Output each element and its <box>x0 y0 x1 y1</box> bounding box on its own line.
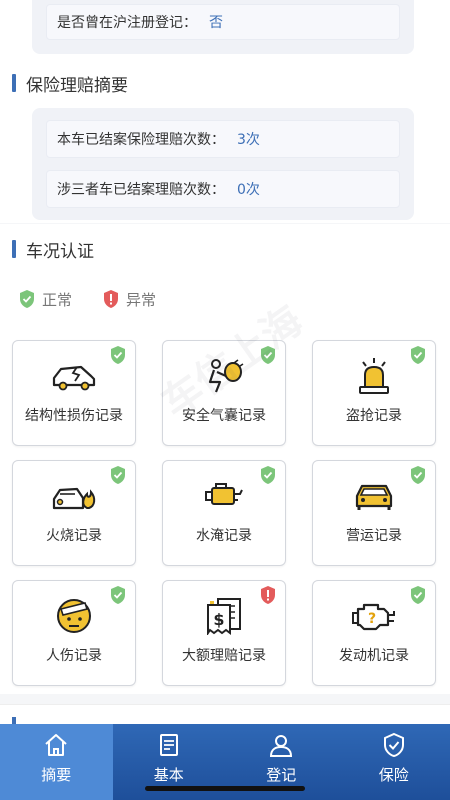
claims-row-third-party: 涉三者车已结案理赔次数： 0次 <box>46 170 400 208</box>
nav-label: 保险 <box>378 766 409 784</box>
car-damage-icon <box>52 365 96 391</box>
tile-label: 营运记录 <box>346 528 402 544</box>
section-accent-bar <box>12 74 16 92</box>
tile-fire[interactable]: 火烧记录 <box>12 460 136 566</box>
tile-label: 发动机记录 <box>339 648 409 664</box>
document-icon <box>159 734 178 756</box>
tile-structural-damage[interactable]: 结构性损伤记录 <box>12 340 136 446</box>
shield-ok-icon <box>20 290 34 308</box>
condition-section: 车况认证 正常 异常 结构性损伤记录 安全气囊记录 盗抢记录 火烧记录 水淹记录… <box>0 224 450 694</box>
shield-ok-icon <box>261 346 275 364</box>
tile-theft[interactable]: 盗抢记录 <box>312 340 436 446</box>
svg-text:$: $ <box>213 610 224 629</box>
bill-icon: $ <box>207 598 241 635</box>
row-value: 否 <box>209 15 223 31</box>
row-value: 0次 <box>237 182 260 198</box>
tile-large-claims[interactable]: $ 大额理赔记录 <box>162 580 286 686</box>
tile-label: 大额理赔记录 <box>182 648 266 664</box>
tile-label: 人伤记录 <box>46 648 102 664</box>
next-section-peek <box>0 704 450 727</box>
tile-label: 盗抢记录 <box>346 408 402 424</box>
row-label: 涉三者车已结案理赔次数： <box>57 182 225 198</box>
airbag-icon <box>208 359 244 393</box>
home-icon <box>45 734 67 756</box>
taxi-icon <box>355 484 393 510</box>
legend-normal: 正常 <box>18 289 72 310</box>
shield-ok-icon <box>411 346 425 364</box>
nav-summary[interactable]: 摘要 <box>0 724 113 800</box>
tile-engine[interactable]: ? 发动机记录 <box>312 580 436 686</box>
nav-label: 登记 <box>266 766 297 784</box>
shield-ok-icon <box>111 346 125 364</box>
engine-oil-icon <box>205 483 243 505</box>
row-value: 3次 <box>237 132 260 148</box>
shield-warning-icon <box>261 586 275 604</box>
legend-normal-label: 正常 <box>42 290 73 309</box>
engine-warning-icon: ? <box>352 603 395 631</box>
nav-insurance[interactable]: 保险 <box>338 724 450 800</box>
alarm-light-icon <box>359 358 389 394</box>
section-title-insurance: 保险理赔摘要 <box>0 58 450 108</box>
legend-abnormal-label: 异常 <box>126 290 157 309</box>
row-label: 是否曾在沪注册登记： <box>57 15 197 31</box>
tile-commercial[interactable]: 营运记录 <box>312 460 436 566</box>
shield-warning-icon <box>104 290 119 308</box>
tile-label: 安全气囊记录 <box>182 408 266 424</box>
tile-flood[interactable]: 水淹记录 <box>162 460 286 566</box>
status-legend: 正常 异常 <box>0 274 450 324</box>
condition-grid: 结构性损伤记录 安全气囊记录 盗抢记录 火烧记录 水淹记录 营运记录 人伤记录 … <box>0 340 450 686</box>
registered-in-shanghai-row: 是否曾在沪注册登记： 否 <box>46 4 400 40</box>
shield-check-icon <box>383 732 404 758</box>
injured-face-icon <box>57 599 91 633</box>
shield-ok-icon <box>111 586 125 604</box>
svg-text:?: ? <box>368 611 376 627</box>
nav-label: 摘要 <box>41 766 72 784</box>
tile-label: 水淹记录 <box>196 528 252 544</box>
tile-injury[interactable]: 人伤记录 <box>12 580 136 686</box>
legend-abnormal: 异常 <box>102 289 156 310</box>
shield-ok-icon <box>411 466 425 484</box>
nav-label: 基本 <box>153 766 184 784</box>
section-accent-bar <box>12 240 16 258</box>
section-title-condition: 车况认证 <box>0 224 450 274</box>
home-indicator[interactable] <box>145 786 305 791</box>
shield-ok-icon <box>261 466 275 484</box>
section-title-text: 保险理赔摘要 <box>26 75 128 96</box>
tile-label: 结构性损伤记录 <box>25 408 123 424</box>
shield-ok-icon <box>111 466 125 484</box>
user-icon <box>270 735 293 757</box>
top-card: 是否曾在沪注册登记： 否 <box>0 0 450 58</box>
shield-ok-icon <box>411 586 425 604</box>
row-label: 本车已结案保险理赔次数： <box>57 132 225 148</box>
insurance-section: 保险理赔摘要 本车已结案保险理赔次数： 3次 涉三者车已结案理赔次数： 0次 <box>0 58 450 223</box>
car-fire-icon <box>52 487 96 510</box>
claims-row-own: 本车已结案保险理赔次数： 3次 <box>46 120 400 158</box>
section-title-text: 车况认证 <box>26 241 94 262</box>
tile-label: 火烧记录 <box>46 528 102 544</box>
tile-airbag[interactable]: 安全气囊记录 <box>162 340 286 446</box>
